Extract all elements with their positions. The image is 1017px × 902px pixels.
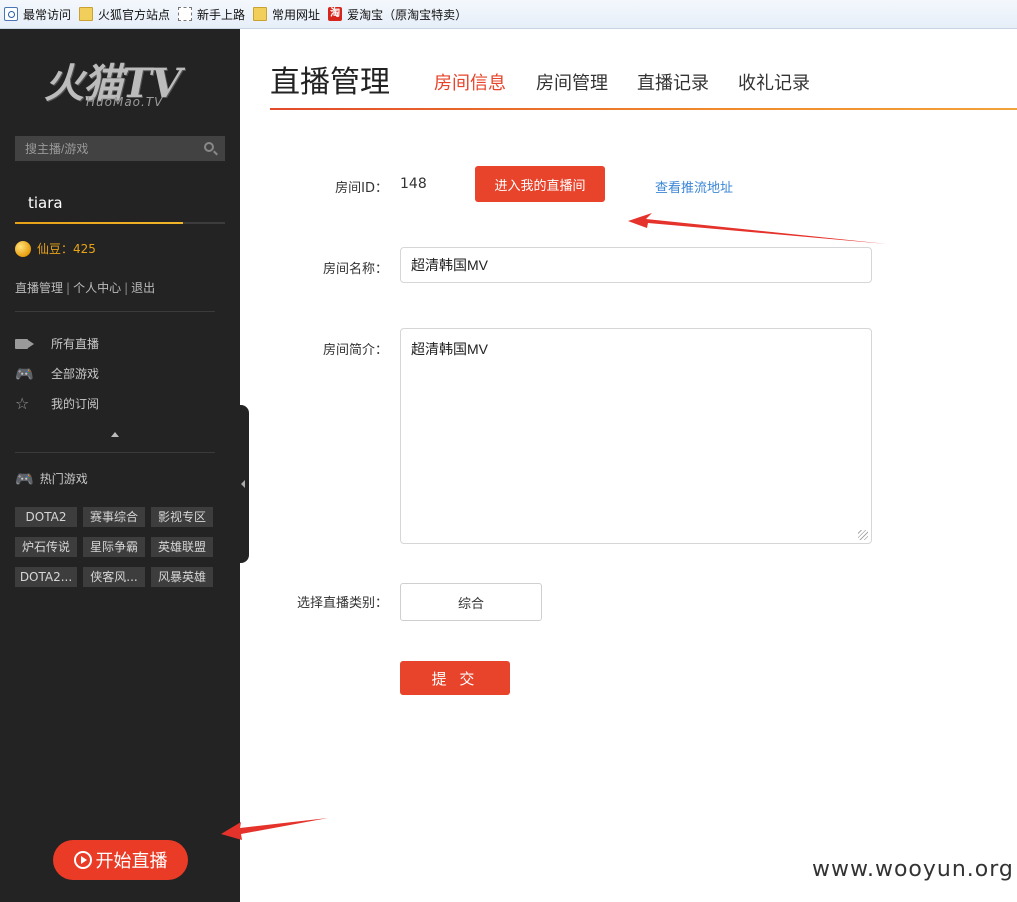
hot-games-label: 热门游戏	[39, 472, 88, 486]
gamepad-icon: 🎮	[15, 469, 34, 488]
bookmark-label: 最常访问	[23, 7, 72, 22]
taobao-icon: 淘	[328, 7, 343, 21]
site-logo[interactable]: 火猫TV HuoMao.TV	[44, 51, 200, 111]
bookmark-getting-started[interactable]: 新手上路	[178, 6, 245, 23]
bookmarks-toolbar: 最常访问 火狐官方站点 新手上路 常用网址 淘 爱淘宝（原淘宝特卖）	[0, 0, 1017, 29]
watermark: www.wooyun.org	[812, 857, 1014, 882]
sidebar: 火猫TV HuoMao.TV tiara 仙豆：425 直播管理|个人中心|退出…	[0, 29, 240, 902]
link-logout[interactable]: 退出	[131, 281, 155, 295]
folder-icon	[79, 7, 94, 21]
game-tag[interactable]: 侠客风...	[83, 567, 145, 587]
bookmark-label: 火狐官方站点	[98, 7, 171, 22]
room-name-label: 房间名称：	[322, 262, 388, 277]
room-intro-label: 房间简介：	[322, 343, 388, 358]
bookmark-common-sites[interactable]: 常用网址	[253, 6, 320, 23]
game-tag[interactable]: 炉石传说	[15, 537, 77, 557]
coin-balance-label: 仙豆：425	[37, 242, 96, 256]
nav-label: 所有直播	[51, 337, 100, 351]
bookmark-aitaobao[interactable]: 淘 爱淘宝（原淘宝特卖）	[328, 6, 467, 23]
hot-games-tags: DOTA2 赛事综合 影视专区 炉石传说 星际争霸 英雄联盟 DOTA2... …	[15, 507, 225, 587]
separator: |	[124, 281, 129, 295]
bookmark-firefox-sites[interactable]: 火狐官方站点	[79, 6, 170, 23]
category-select[interactable]: 综合	[400, 583, 542, 621]
search-input[interactable]	[15, 141, 195, 156]
room-intro-field[interactable]: 超清韩国MV	[400, 328, 872, 544]
game-tag[interactable]: 英雄联盟	[151, 537, 213, 557]
nav-item-subscriptions[interactable]: ☆ 我的订阅	[15, 395, 99, 412]
collapse-up-icon[interactable]	[111, 432, 119, 437]
folder-icon	[253, 7, 268, 21]
room-id-label: 房间ID：	[335, 181, 388, 196]
user-level-bar	[15, 222, 225, 224]
username[interactable]: tiara	[28, 194, 63, 212]
nav-label: 我的订阅	[51, 397, 100, 411]
dashed-page-icon	[178, 7, 193, 21]
coin-balance: 仙豆：425	[15, 240, 96, 257]
sidebar-toggle-handle[interactable]	[240, 405, 249, 563]
resize-grip-icon[interactable]	[858, 530, 868, 540]
start-live-label: 开始直播	[95, 851, 168, 872]
submit-button[interactable]: 提 交	[400, 661, 510, 695]
link-user-center[interactable]: 个人中心	[73, 281, 121, 295]
bookmark-label: 常用网址	[272, 7, 321, 22]
divider	[15, 311, 215, 312]
nav-label: 全部游戏	[51, 367, 100, 381]
game-tag[interactable]: DOTA2	[15, 507, 77, 527]
play-circle-icon	[73, 851, 92, 869]
view-push-url-link[interactable]: 查看推流地址	[655, 177, 733, 196]
user-links: 直播管理 | 个人中心 | 退出	[15, 279, 155, 296]
game-tag[interactable]: 赛事综合	[83, 507, 145, 527]
search-icon[interactable]	[204, 142, 214, 152]
game-tag[interactable]: 风暴英雄	[151, 567, 213, 587]
hot-games-title: 🎮 热门游戏	[15, 470, 88, 487]
tab-live-records[interactable]: 直播记录	[637, 69, 709, 95]
separator: |	[66, 281, 71, 295]
page-title: 直播管理	[270, 65, 390, 100]
gamepad-icon: 🎮	[15, 364, 34, 383]
bookmark-most-visited[interactable]: 最常访问	[4, 6, 71, 23]
room-id-value: 148	[400, 176, 427, 192]
divider	[15, 452, 215, 453]
nav-item-all-live[interactable]: 所有直播	[15, 335, 99, 352]
video-camera-icon	[15, 338, 34, 349]
tab-room-info[interactable]: 房间信息	[434, 69, 506, 95]
logo-subtext: HuoMao.TV	[86, 95, 164, 109]
game-tag[interactable]: 影视专区	[151, 507, 213, 527]
bookmark-label: 新手上路	[197, 7, 246, 22]
start-live-button[interactable]: 开始直播	[53, 840, 188, 880]
tab-room-management[interactable]: 房间管理	[536, 69, 608, 95]
most-visited-icon	[4, 7, 18, 21]
room-name-field[interactable]	[400, 247, 872, 283]
bookmark-label: 爱淘宝（原淘宝特卖）	[347, 7, 468, 22]
game-tag[interactable]: 星际争霸	[83, 537, 145, 557]
bean-icon	[15, 240, 31, 257]
enter-my-room-button[interactable]: 进入我的直播间	[475, 166, 605, 202]
tab-gift-records[interactable]: 收礼记录	[738, 69, 810, 95]
game-tag[interactable]: DOTA2...	[15, 567, 77, 587]
nav-item-all-games[interactable]: 🎮 全部游戏	[15, 365, 99, 382]
arrow-to-enter-room	[628, 213, 887, 244]
star-icon: ☆	[15, 393, 30, 413]
category-label: 选择直播类别：	[296, 596, 388, 611]
search-box	[15, 136, 225, 161]
link-live-management[interactable]: 直播管理	[15, 281, 63, 295]
header-divider	[270, 108, 1017, 110]
